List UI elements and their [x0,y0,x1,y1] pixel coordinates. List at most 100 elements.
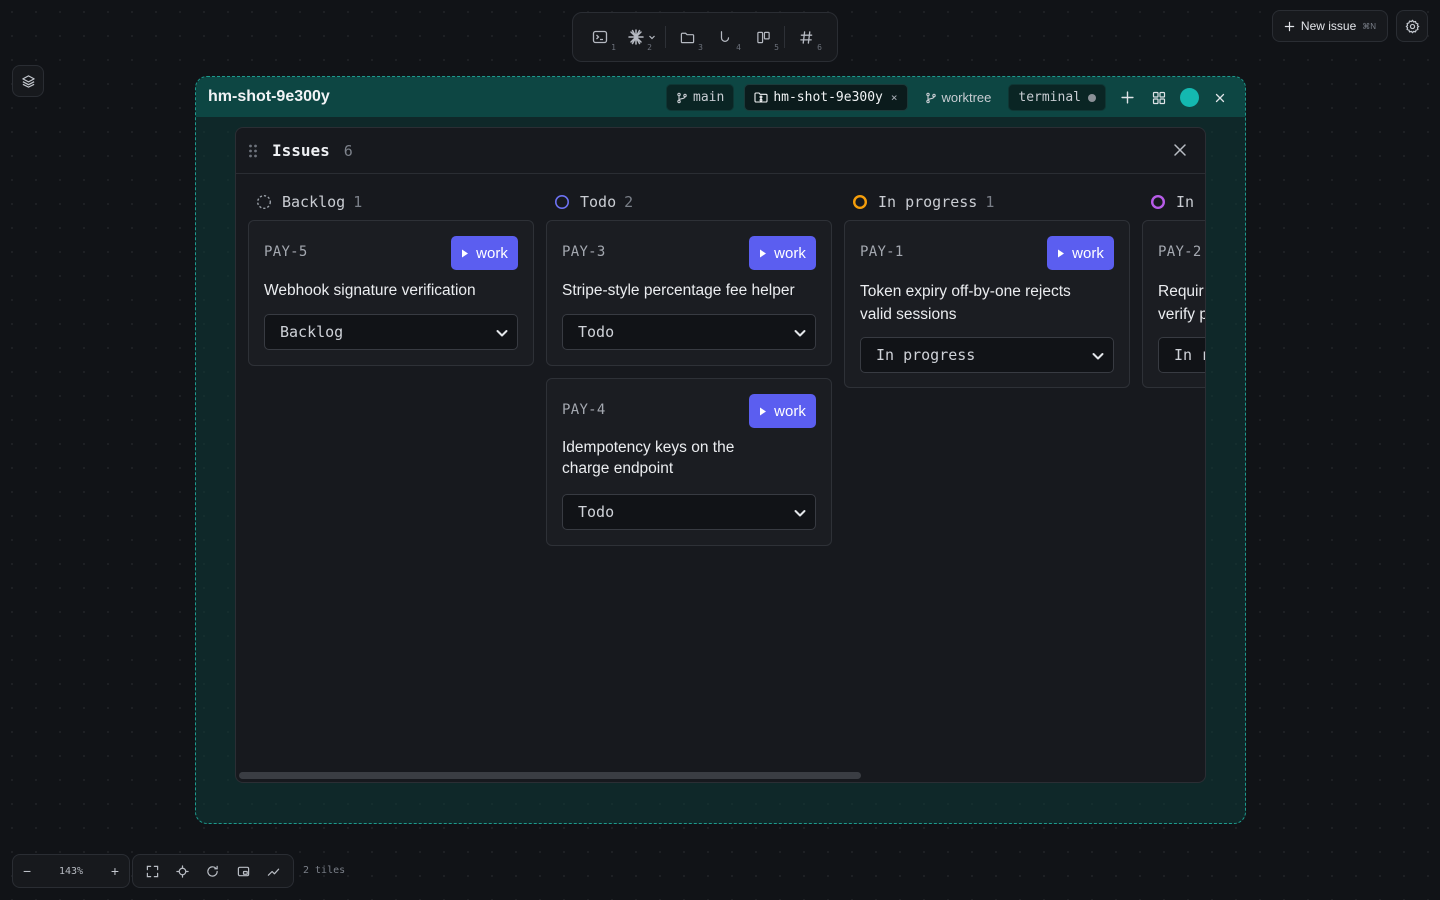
tool-shortcut-number: 4 [736,43,741,52]
gear-icon [1405,18,1420,34]
issue-title: Requir verify p [1158,283,1206,323]
close-icon[interactable] [1171,141,1189,159]
column-in-progress: In progress 1 PAY-1 work Token expiry of… [844,190,1130,388]
status-select[interactable]: Todo [562,494,816,530]
tool-shortcut-number: 6 [817,43,822,52]
activity-button[interactable] [267,865,280,878]
center-button[interactable] [176,864,189,878]
work-label: work [1072,244,1104,262]
play-icon [1057,249,1065,258]
in-progress-status-icon [852,194,868,210]
column-in-review: In r PAY-2 Requir verify p In r [1142,190,1205,388]
status-select[interactable]: In r [1158,337,1205,373]
fit-screen-button[interactable] [146,865,159,878]
tile-title: hm-shot-9e300y [208,88,330,105]
git-branch-icon [925,92,937,104]
issue-card-pay-1[interactable]: PAY-1 work Token expiry off-by-one rejec… [844,220,1130,388]
zoom-out-button[interactable]: − [23,863,31,879]
worktree-button[interactable]: worktree [918,84,999,111]
canvas-tools [132,854,294,888]
column-name: Backlog [282,193,346,211]
tab-worktree-active[interactable]: hm-shot-9e300y × [744,84,908,111]
minimap-button[interactable] [237,865,250,878]
status-select[interactable]: Backlog [264,314,518,350]
work-button[interactable]: work [451,236,518,270]
toolbar-divider [784,26,785,48]
column-backlog: Backlog 1 PAY-5 work Webhook signature v… [248,190,534,366]
folder-tool-button[interactable]: 3 [668,20,706,54]
tool-shortcut-number: 5 [774,43,779,52]
status-select[interactable]: In progress [860,337,1114,373]
work-button[interactable]: work [749,236,816,270]
agent-tool-button[interactable]: 2 [619,20,663,54]
branch-chip[interactable]: main [666,84,735,111]
zoom-in-button[interactable]: + [111,863,119,879]
tool-shortcut-number: 1 [611,43,616,52]
issues-count: 6 [343,141,353,160]
zoom-controls: − 143% + [12,854,130,888]
layers-button[interactable] [12,65,44,97]
refresh-icon [206,865,219,878]
grid-layout-button[interactable] [1148,87,1170,109]
branch-name: main [693,90,725,105]
horizontal-scrollbar[interactable] [239,772,861,779]
column-name: In r [1176,193,1205,211]
status-select-value: Todo [578,323,615,341]
play-icon [759,249,767,258]
chevron-down-icon [1091,349,1105,363]
hash-tool-button[interactable]: 6 [787,20,825,54]
issues-panel: Issues 6 Backlog 1 PAY-5 work Webhook si… [235,127,1206,783]
status-select[interactable]: Todo [562,314,816,350]
status-select-value: Backlog [280,323,344,341]
close-tile-button[interactable] [1209,87,1231,109]
issues-title: Issues [272,141,330,160]
hook-icon [718,30,732,44]
settings-button[interactable] [1396,10,1428,42]
issue-card-pay-5[interactable]: PAY-5 work Webhook signature verificatio… [248,220,534,366]
issue-card-pay-3[interactable]: PAY-3 work Stripe-style percentage fee h… [546,220,832,366]
refresh-button[interactable] [206,865,219,878]
work-button[interactable]: work [1047,236,1114,270]
trend-icon [267,865,280,878]
status-select-value: In progress [876,346,976,364]
in-review-status-icon [1150,194,1166,210]
column-header: Backlog 1 [248,190,534,214]
new-issue-button[interactable]: New issue ⌘N [1272,10,1388,42]
toolbar-divider [665,26,666,48]
picture-in-picture-icon [237,865,250,878]
terminal-tool-button[interactable]: 1 [581,20,619,54]
issue-card-pay-2[interactable]: PAY-2 Requir verify p In r [1142,220,1206,388]
new-issue-label: New issue [1300,19,1357,33]
add-tab-button[interactable] [1116,87,1138,109]
chevron-down-icon [793,506,807,520]
issue-id: PAY-2 [1158,244,1202,260]
play-icon [461,249,469,258]
play-icon [759,407,767,416]
tile-header[interactable]: hm-shot-9e300y main hm-shot-9e300y × wor… [196,77,1245,117]
column-header: In r [1142,190,1205,214]
tool-shortcut-number: 2 [647,43,652,52]
work-button[interactable]: work [749,394,816,428]
column-name: In progress [878,193,978,211]
layers-icon [21,74,36,89]
column-header: Todo 2 [546,190,832,214]
column-name: Todo [580,193,617,211]
issue-id: PAY-1 [860,244,904,260]
worktree-label: worktree [941,90,992,105]
drag-handle-icon[interactable] [248,143,258,159]
chevron-down-icon [648,33,656,41]
terminal-chip[interactable]: terminal [1008,84,1106,111]
backlog-status-icon [256,194,272,210]
work-label: work [774,244,806,262]
tab-close-button[interactable]: × [891,91,898,104]
issue-id: PAY-5 [264,244,308,260]
issue-card-pay-4[interactable]: PAY-4 work Idempotency keys on the charg… [546,378,832,546]
board-tool-button[interactable]: 5 [744,20,782,54]
avatar[interactable] [1180,88,1199,107]
column-count: 2 [624,193,634,211]
status-select-value: In r [1174,346,1205,364]
expand-icon [146,865,159,878]
work-label: work [774,402,806,420]
issue-title: Webhook signature verification [264,282,476,299]
hook-tool-button[interactable]: 4 [706,20,744,54]
